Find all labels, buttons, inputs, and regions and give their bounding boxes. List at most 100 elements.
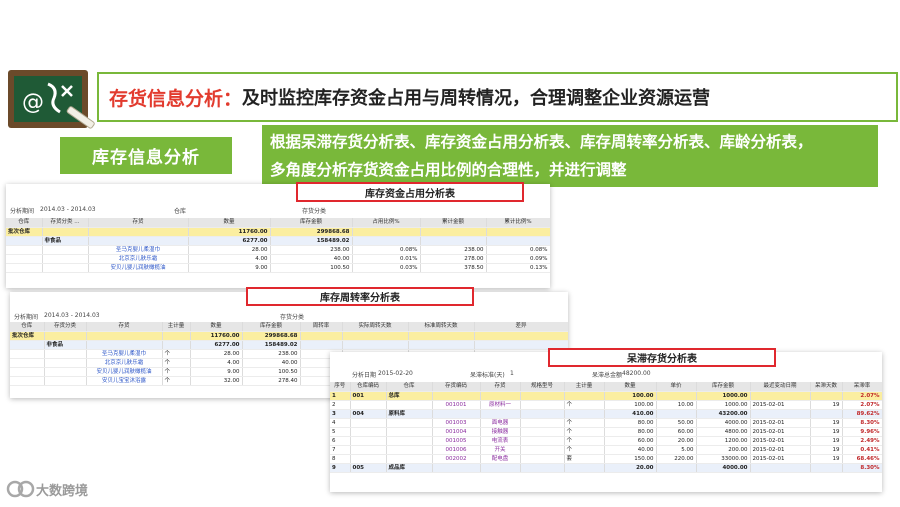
table-cell <box>44 376 87 386</box>
table-cell: 4 <box>330 418 351 428</box>
table-cell <box>350 400 387 410</box>
table-cell: 28.00 <box>188 245 271 255</box>
report1-table: 仓库 存货分类 ... 存货 数量 库存金额 占用比例% 累计金额 累计比例% 批次仓库 1176… <box>6 218 550 273</box>
table-cell: 299868.68 <box>242 331 301 341</box>
table-row: 7 001006 开关 个 40.00 5.00 200.00 2015-02-01 19 0.4… <box>330 445 882 455</box>
table-cell: 4.00 <box>190 358 243 368</box>
table-cell: 总库 <box>386 391 433 401</box>
table-cell: 6 <box>330 436 351 446</box>
table-cell <box>42 254 89 264</box>
table-cell <box>474 331 568 341</box>
table-cell: 60.00 <box>604 436 657 446</box>
table-cell: 001005 <box>432 436 481 446</box>
table-cell <box>810 463 843 473</box>
table-cell <box>432 463 481 473</box>
table-cell: 80.00 <box>604 427 657 437</box>
header-highlight: 存货信息分析： <box>109 87 243 110</box>
table-cell: 电流表 <box>480 436 521 446</box>
std-label: 呆滞标准(天) <box>470 372 505 379</box>
header-row: 仓库 存货分类 存货 主计量 数量 库存金额 周转率 实际周转天数 标准周转天数 差异 <box>10 322 568 332</box>
table-cell <box>520 454 565 464</box>
table-cell: 43200.00 <box>696 409 751 419</box>
table-cell <box>750 409 811 419</box>
table-row: 4 001003 面电器 个 80.00 50.00 4000.00 2015-02-01 19… <box>330 418 882 428</box>
table-cell: 100.50 <box>270 263 353 273</box>
column-header: 最近变动日期 <box>750 382 811 392</box>
table-cell <box>44 349 87 359</box>
table-cell <box>520 400 565 410</box>
column-header: 存货 <box>88 218 189 228</box>
table-cell: 2015-02-01 <box>750 445 811 455</box>
table-cell <box>350 445 387 455</box>
table-cell <box>656 391 697 401</box>
table-cell <box>386 418 433 428</box>
period-value: 2014.03 - 2014.03 <box>40 206 96 213</box>
table-row: 批次仓库 11760.00 299868.68 <box>10 331 568 341</box>
table-cell: 8 <box>330 454 351 464</box>
period-label: 分析期间 <box>10 208 35 215</box>
period-value: 2014.03 - 2014.03 <box>44 312 100 319</box>
table-cell: 378.50 <box>420 263 487 273</box>
table-cell: 50.00 <box>656 418 697 428</box>
column-header: 规格型号 <box>520 382 565 392</box>
table-cell: 0.09% <box>486 254 550 264</box>
table-cell: 批次仓库 <box>6 227 43 237</box>
table-cell: 11760.00 <box>188 227 271 237</box>
svg-text:@: @ <box>22 90 44 115</box>
table-cell: 299868.68 <box>270 227 353 237</box>
table-cell: 5.00 <box>656 445 697 455</box>
column-header: 库存金额 <box>270 218 353 228</box>
table-cell: 6277.00 <box>188 236 271 246</box>
table-row: 3 004 原料库 410.00 43200.00 89.62% <box>330 409 882 419</box>
table-cell <box>42 263 89 273</box>
description-line-1: 根据呆滞存货分析表、库存资金占用分析表、库存周转率分析表、库龄分析表， <box>270 133 813 151</box>
table-cell: 410.00 <box>604 409 657 419</box>
watermark: 大数跨境 <box>6 478 88 500</box>
table-cell: 批次仓库 <box>10 331 45 341</box>
table-cell: 3 <box>330 409 351 419</box>
table-row: 安贝儿婴儿润肤橄榄油 9.00 100.50 0.03% 378.50 0.13% <box>6 263 550 273</box>
table-cell: 9.00 <box>190 367 243 377</box>
table-cell: 4.00 <box>188 254 271 264</box>
table-cell <box>520 409 565 419</box>
section-label: 库存信息分析 <box>60 137 232 174</box>
table-cell: 238.00 <box>242 349 301 359</box>
table-cell: 个 <box>162 358 191 368</box>
table-cell: 2 <box>330 400 351 410</box>
table-cell: 20.00 <box>604 463 657 473</box>
blackboard-icon: @ <box>8 70 95 129</box>
table-cell: 11760.00 <box>190 331 243 341</box>
table-cell <box>810 391 843 401</box>
table-cell <box>520 427 565 437</box>
column-header: 标准周转天数 <box>408 322 475 332</box>
table-cell: 40.00 <box>242 358 301 368</box>
table-cell: 238.00 <box>270 245 353 255</box>
column-header: 仓库编码 <box>350 382 387 392</box>
table-row: 批次仓库 11760.00 299868.68 <box>6 227 550 237</box>
column-header: 呆滞率 <box>842 382 882 392</box>
table-cell <box>352 227 421 237</box>
table-cell: 2015-02-01 <box>750 454 811 464</box>
table-cell: 278.00 <box>420 254 487 264</box>
table-cell: 非食品 <box>42 236 89 246</box>
table-cell: 0.08% <box>486 245 550 255</box>
header-description: 及时监控库存资金占用与周转情况，合理调整企业资源运营 <box>242 88 711 109</box>
table-cell <box>88 227 189 237</box>
table-cell: 0.13% <box>486 263 550 273</box>
table-cell: 005 <box>350 463 387 473</box>
table-cell: 10.00 <box>656 400 697 410</box>
table-cell <box>386 436 433 446</box>
table-cell: 60.00 <box>656 427 697 437</box>
table-cell <box>486 227 550 237</box>
table-cell: 配电盘 <box>480 454 521 464</box>
table-cell: 6277.00 <box>190 340 243 350</box>
column-header: 累计比例% <box>486 218 550 228</box>
table-cell <box>350 436 387 446</box>
slow-moving-report: 分析日期 2015-02-20 呆滞标准(天) 1 呆滞总金额 48200.00… <box>330 352 882 492</box>
table-cell: 个 <box>564 418 605 428</box>
table-cell: 2015-02-01 <box>750 400 811 410</box>
table-cell <box>386 445 433 455</box>
category-label: 存货分类 <box>302 208 327 215</box>
table-cell <box>44 358 87 368</box>
table-cell: 9.96% <box>842 427 882 437</box>
